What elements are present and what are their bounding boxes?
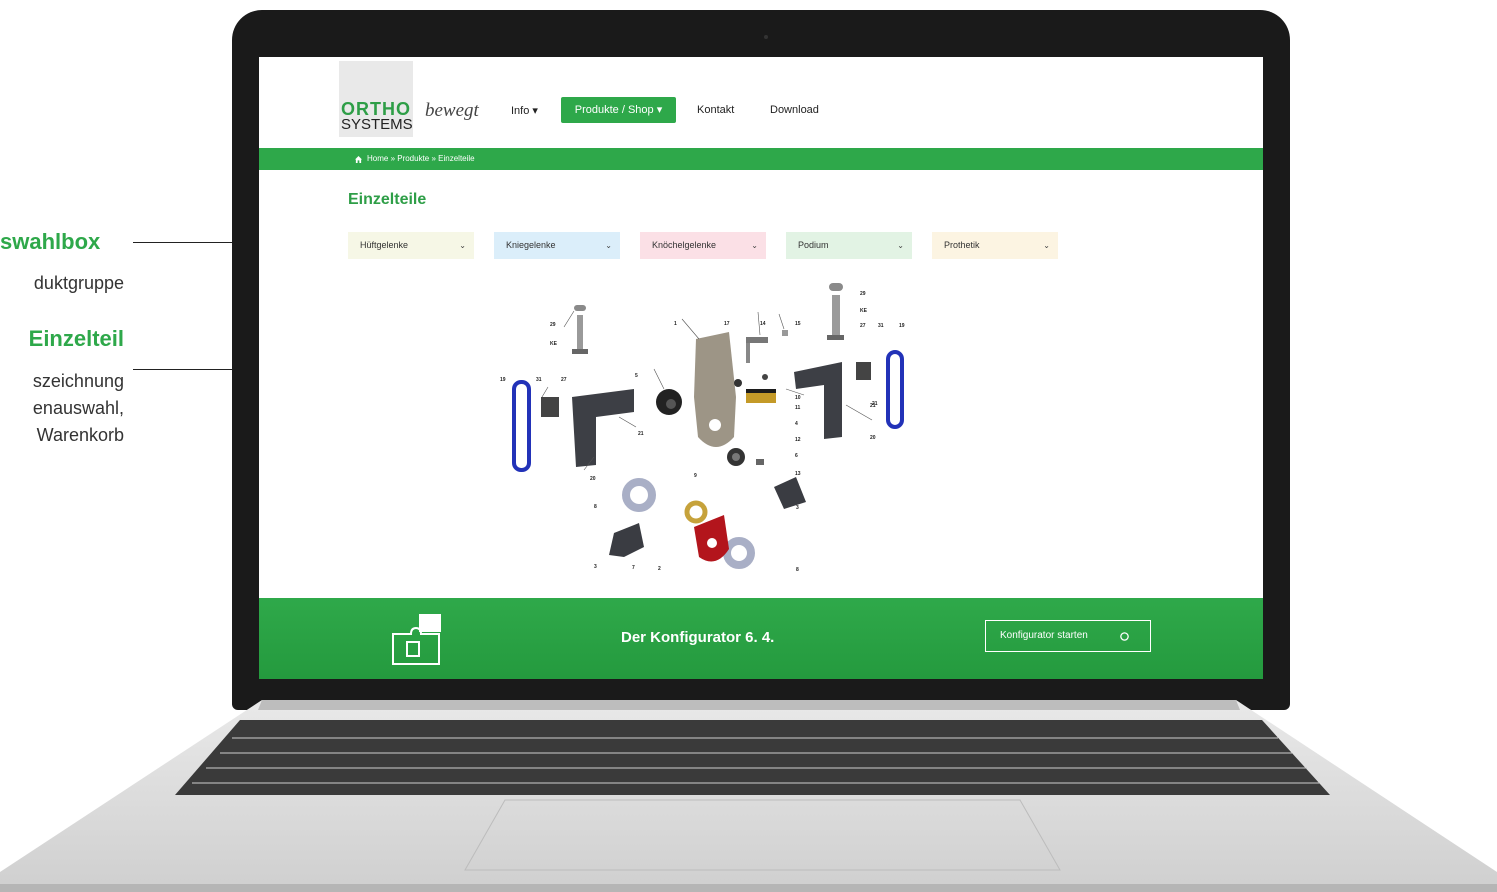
svg-text:17: 17: [724, 321, 730, 327]
select-label: Prothetik: [944, 240, 980, 250]
svg-text:8: 8: [796, 567, 799, 573]
svg-text:14: 14: [760, 321, 766, 327]
bracket-part[interactable]: [572, 389, 634, 467]
svg-text:9: 9: [694, 473, 697, 479]
start-configurator-button[interactable]: Konfigurator starten: [985, 620, 1151, 652]
washer-part[interactable]: [622, 478, 656, 512]
block-part[interactable]: [541, 397, 559, 417]
chevron-down-icon: ⌄: [1043, 241, 1050, 250]
svg-text:8: 8: [594, 504, 597, 510]
svg-text:4: 4: [795, 421, 798, 427]
svg-text:3: 3: [796, 505, 799, 511]
breadcrumb[interactable]: Home » Produkte » Einzelteile: [367, 154, 475, 163]
exploded-parts-drawing[interactable]: 29 KE 31 19 27 5 1 17 14 15 21 21 20 10 …: [484, 277, 924, 582]
select-label: Knöchelgelenke: [652, 240, 717, 250]
svg-text:KE: KE: [860, 308, 868, 314]
logo-systems[interactable]: SYSTEMS: [341, 116, 413, 133]
screw-part[interactable]: [746, 337, 768, 343]
nav-contact[interactable]: Kontakt: [697, 104, 734, 116]
svg-text:19: 19: [899, 323, 905, 329]
button-label: Konfigurator starten: [1000, 630, 1088, 641]
svg-text:21: 21: [638, 431, 644, 437]
svg-text:KE: KE: [550, 341, 558, 347]
svg-text:19: 19: [500, 377, 506, 383]
svg-text:6: 6: [795, 453, 798, 459]
configurator-title: Der Konfigurator 6. 4.: [621, 629, 775, 646]
logo-tagline: bewegt: [425, 100, 479, 121]
svg-text:20: 20: [870, 435, 876, 441]
svg-text:27: 27: [561, 377, 567, 383]
clamp-part[interactable]: [774, 477, 806, 509]
svg-text:27: 27: [860, 323, 866, 329]
svg-text:20: 20: [590, 476, 596, 482]
select-label: Kniegelenke: [506, 240, 556, 250]
select-prothetik[interactable]: Prothetik ⌄: [932, 232, 1058, 259]
chevron-down-icon: ⌄: [751, 241, 758, 250]
select-label: Hüftgelenke: [360, 240, 409, 250]
chevron-down-icon: ⌄: [459, 241, 466, 250]
cylinder-part[interactable]: [572, 305, 588, 354]
select-kniegelenke[interactable]: Kniegelenke ⌄: [494, 232, 620, 259]
annotation-title-auswahlbox: swahlbox: [0, 229, 101, 254]
svg-text:10: 10: [795, 395, 801, 401]
camera-icon: [764, 35, 768, 39]
annotation-text-produktgruppe: duktgruppe: [33, 273, 124, 293]
nav-products-shop[interactable]: Produkte / Shop ▾: [561, 97, 676, 123]
cylinder-part[interactable]: [827, 283, 844, 340]
annotation-title-einzelteil: Einzelteil: [28, 326, 124, 351]
annotation-text-line-3: Warenkorb: [36, 425, 124, 445]
svg-text:29: 29: [860, 291, 866, 297]
blue-loop-part[interactable]: [886, 350, 904, 429]
svg-text:15: 15: [795, 321, 801, 327]
svg-text:21: 21: [870, 403, 876, 409]
browser-screen: ORTHO SYSTEMS bewegt Info ▾ Produkte / S…: [259, 57, 1263, 679]
ring-part[interactable]: [684, 500, 708, 524]
svg-text:12: 12: [795, 437, 801, 443]
annotation-text-line-1: szeichnung: [32, 371, 124, 391]
nav-info[interactable]: Info ▾: [511, 104, 538, 117]
laptop-base: [0, 700, 1497, 892]
page-title: Einzelteile: [348, 191, 427, 208]
chevron-down-icon: ⌄: [605, 241, 612, 250]
blue-loop-part[interactable]: [512, 380, 531, 472]
select-hueftgelenke[interactable]: Hüftgelenke ⌄: [348, 232, 474, 259]
select-label: Podium: [798, 240, 829, 250]
select-podium[interactable]: Podium ⌄: [786, 232, 912, 259]
puzzle-icon: [392, 614, 441, 665]
annotation-text-line-2: enauswahl,: [32, 398, 124, 418]
chevron-down-icon: ⌄: [897, 241, 904, 250]
svg-text:3: 3: [594, 564, 597, 570]
svg-text:1: 1: [674, 321, 677, 327]
clamp-part[interactable]: [609, 523, 644, 557]
svg-text:31: 31: [536, 377, 542, 383]
refresh-icon: [1120, 632, 1129, 641]
svg-text:7: 7: [632, 565, 635, 571]
svg-text:5: 5: [635, 373, 638, 379]
select-knoechelgelenke[interactable]: Knöchelgelenke ⌄: [640, 232, 766, 259]
svg-text:2: 2: [658, 566, 661, 572]
nav-download[interactable]: Download: [770, 104, 819, 116]
bracket-part[interactable]: [794, 362, 842, 439]
svg-text:11: 11: [795, 405, 801, 411]
svg-text:29: 29: [550, 322, 556, 328]
svg-text:13: 13: [795, 471, 801, 477]
home-icon[interactable]: [355, 156, 362, 163]
washer-part[interactable]: [723, 537, 755, 569]
svg-text:31: 31: [878, 323, 884, 329]
